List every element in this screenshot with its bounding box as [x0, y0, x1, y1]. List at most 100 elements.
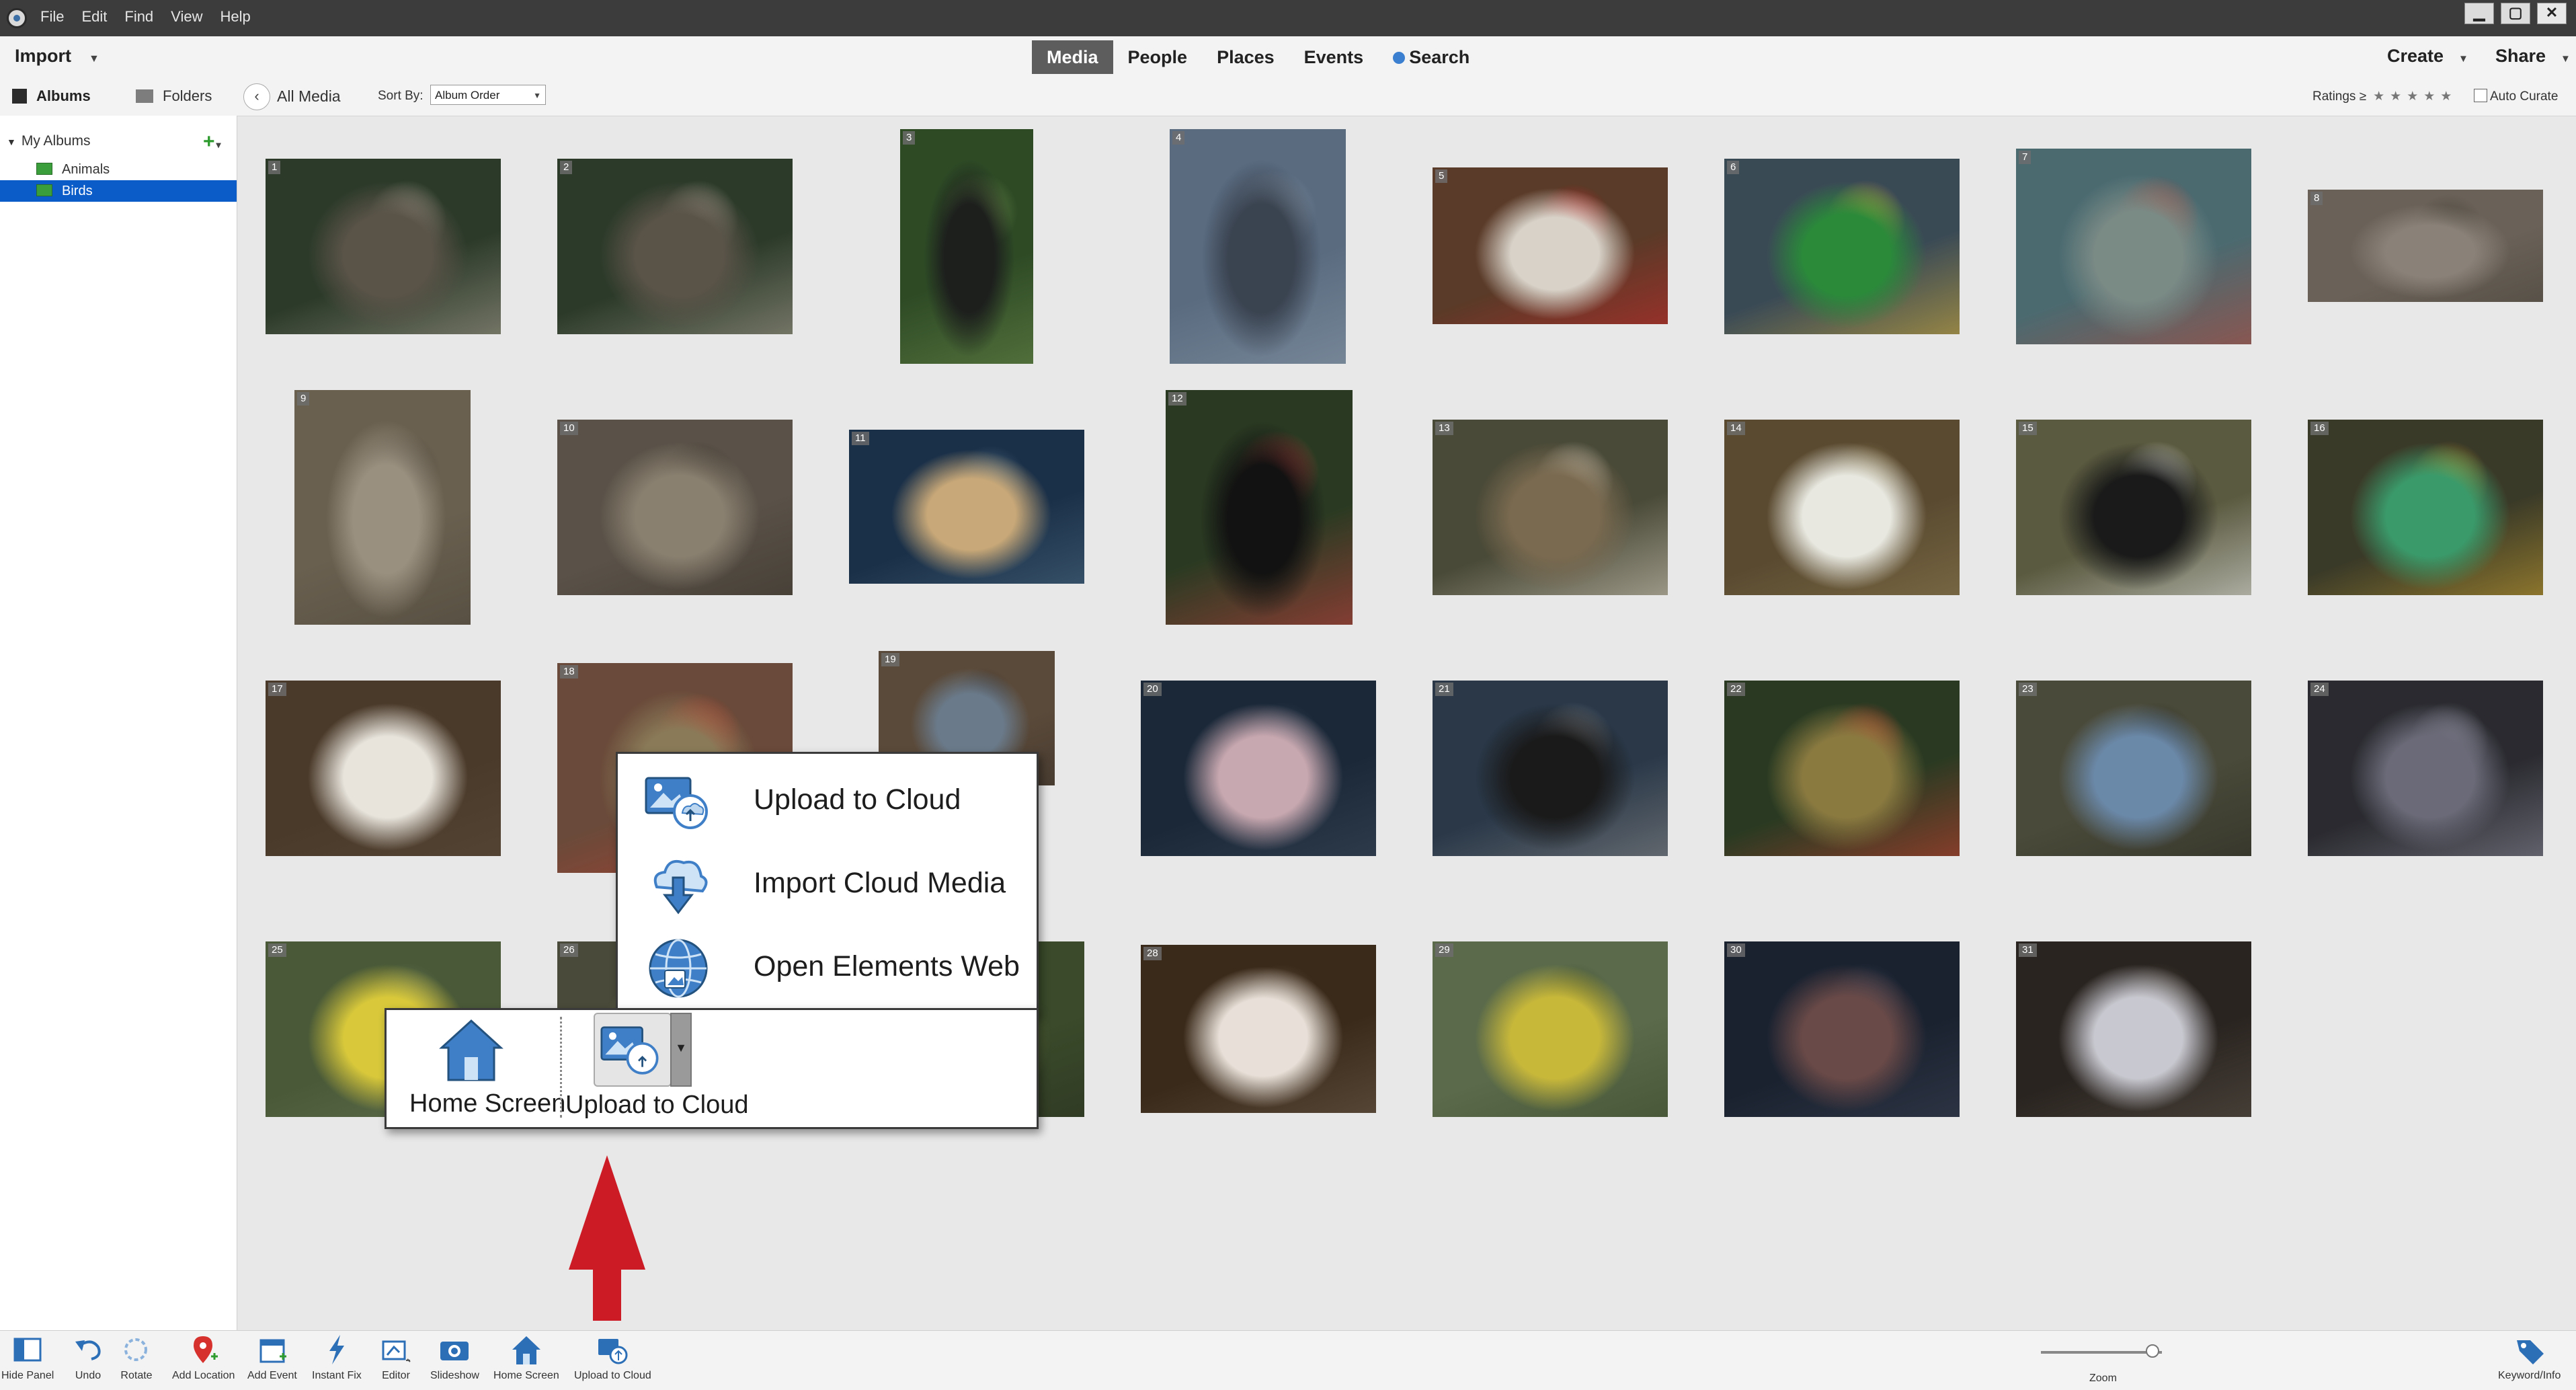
- photo-number: 9: [297, 392, 310, 406]
- close-button[interactable]: ✕: [2537, 3, 2567, 24]
- menu-view[interactable]: View: [171, 8, 202, 26]
- my-albums-header[interactable]: ▼ My Albums: [7, 133, 91, 149]
- photo-thumbnail[interactable]: 3: [900, 129, 1033, 364]
- photo-thumbnail[interactable]: 22: [1724, 681, 1960, 856]
- photo-thumbnail[interactable]: 30: [1724, 941, 1960, 1117]
- photo-thumbnail[interactable]: 4: [1170, 129, 1346, 364]
- photo-number: 31: [2019, 943, 2037, 957]
- tab-places[interactable]: Places: [1202, 40, 1289, 74]
- home-screen-toolbar-button[interactable]: Home Screen: [493, 1334, 559, 1382]
- photo-thumbnail[interactable]: 24: [2308, 681, 2543, 856]
- photo-number: 30: [1727, 943, 1745, 957]
- keyword-info-button[interactable]: Keyword/Info: [2498, 1334, 2561, 1382]
- photo-thumbnail[interactable]: 20: [1141, 681, 1376, 856]
- zoom-slider-thumb[interactable]: [2146, 1344, 2159, 1358]
- back-button[interactable]: ‹: [243, 83, 270, 110]
- album-item-birds[interactable]: Birds: [0, 180, 237, 202]
- tool-label: Hide Panel: [1, 1370, 54, 1381]
- title-bar: File Edit Find View Help ▁ ▢ ✕: [0, 0, 2576, 36]
- photo-thumbnail[interactable]: 13: [1433, 420, 1668, 595]
- add-event-button[interactable]: Add Event: [247, 1334, 297, 1382]
- zoom-slider[interactable]: [2041, 1351, 2162, 1354]
- photo-thumbnail[interactable]: 28: [1141, 945, 1376, 1113]
- photo-number: 23: [2019, 683, 2037, 696]
- chevron-down-icon: ▼: [2561, 53, 2571, 65]
- add-location-button[interactable]: Add Location: [172, 1334, 235, 1382]
- undo-button[interactable]: Undo: [71, 1334, 105, 1382]
- my-albums-label: My Albums: [21, 133, 91, 149]
- photo-number: 10: [560, 422, 578, 435]
- photo-number: 3: [903, 131, 916, 145]
- slideshow-button[interactable]: Slideshow: [430, 1334, 479, 1382]
- photo-thumbnail[interactable]: 21: [1433, 681, 1668, 856]
- tab-folders[interactable]: Folders: [136, 87, 212, 105]
- import-button[interactable]: Import ▼: [15, 46, 99, 67]
- expand-triangle-icon: ▼: [7, 137, 16, 147]
- photo-thumbnail[interactable]: 29: [1433, 941, 1668, 1117]
- upload-to-cloud-toolbar-button[interactable]: Upload to Cloud: [574, 1334, 651, 1382]
- menu-item-upload-to-cloud[interactable]: Upload to Cloud: [618, 757, 1033, 840]
- photo-thumbnail[interactable]: 10: [557, 420, 793, 595]
- photo-thumbnail[interactable]: 9: [294, 390, 471, 625]
- photo-thumbnail[interactable]: 31: [2016, 941, 2251, 1117]
- photo-thumbnail[interactable]: 6: [1724, 159, 1960, 334]
- all-media-link[interactable]: All Media: [277, 87, 341, 106]
- sort-dropdown[interactable]: Album Order ▼: [430, 85, 546, 105]
- photo-thumbnail[interactable]: 14: [1724, 420, 1960, 595]
- chevron-down-icon: ▼: [2458, 53, 2468, 65]
- photo-thumbnail[interactable]: 8: [2308, 190, 2543, 302]
- photo-thumbnail[interactable]: 15: [2016, 420, 2251, 595]
- photo-number: 25: [268, 943, 286, 957]
- tool-label: Undo: [75, 1370, 102, 1381]
- minimize-button[interactable]: ▁: [2464, 3, 2494, 24]
- photo-thumbnail[interactable]: 16: [2308, 420, 2543, 595]
- menu-help[interactable]: Help: [220, 8, 250, 26]
- upload-to-cloud-icon: [600, 1026, 659, 1075]
- create-button[interactable]: Create ▼: [2387, 46, 2468, 67]
- auto-curate-checkbox[interactable]: Auto Curate: [2474, 89, 2558, 104]
- upload-to-cloud-button[interactable]: ▼ Upload to Cloud: [565, 1010, 780, 1127]
- red-arrow-annotation: [569, 1155, 645, 1321]
- home-screen-button[interactable]: Home Screen: [396, 1010, 565, 1127]
- chevron-down-icon[interactable]: ▼: [670, 1013, 692, 1087]
- ratings-filter[interactable]: Ratings ≥ ★★★★★: [2312, 89, 2457, 104]
- tab-events[interactable]: Events: [1289, 40, 1379, 74]
- tab-people[interactable]: People: [1113, 40, 1203, 74]
- tab-media[interactable]: Media: [1032, 40, 1113, 74]
- share-button[interactable]: Share ▼: [2495, 46, 2571, 67]
- rating-stars[interactable]: ★★★★★: [2373, 89, 2457, 104]
- photo-thumbnail[interactable]: 5: [1433, 167, 1668, 324]
- menu-edit[interactable]: Edit: [81, 8, 107, 26]
- globe-icon: [649, 939, 708, 998]
- tab-albums-label: Albums: [36, 87, 91, 104]
- share-label: Share: [2495, 46, 2546, 66]
- editor-button[interactable]: Editor: [379, 1334, 413, 1382]
- menu-find[interactable]: Find: [124, 8, 153, 26]
- chevron-down-icon: ▼: [89, 53, 99, 65]
- tag-icon: [2516, 1340, 2544, 1364]
- maximize-button[interactable]: ▢: [2501, 3, 2530, 24]
- tool-label: Add Event: [247, 1370, 297, 1381]
- photo-thumbnail[interactable]: 17: [266, 681, 501, 856]
- photo-thumbnail[interactable]: 23: [2016, 681, 2251, 856]
- photo-thumbnail[interactable]: 7: [2016, 149, 2251, 344]
- hide-panel-button[interactable]: Hide Panel: [1, 1334, 54, 1382]
- rotate-button[interactable]: Rotate: [120, 1334, 153, 1382]
- photo-thumbnail[interactable]: 11: [849, 430, 1084, 584]
- tab-albums[interactable]: Albums: [12, 87, 91, 105]
- tab-search[interactable]: Search: [1378, 40, 1484, 74]
- menu-item-open-elements-web[interactable]: Open Elements Web: [618, 923, 1033, 1007]
- album-item-animals[interactable]: Animals: [0, 159, 237, 180]
- instant-fix-button[interactable]: Instant Fix: [312, 1334, 362, 1382]
- photo-thumbnail[interactable]: 12: [1166, 390, 1353, 625]
- photo-thumbnail[interactable]: 2: [557, 159, 793, 334]
- photo-number: 17: [268, 683, 286, 696]
- add-album-button[interactable]: + ▾: [203, 130, 221, 153]
- photo-thumbnail[interactable]: 1: [266, 159, 501, 334]
- photo-number: 8: [2310, 192, 2323, 205]
- menu-item-import-cloud-media[interactable]: Import Cloud Media: [618, 840, 1033, 923]
- tab-folders-label: Folders: [163, 87, 212, 104]
- tool-label: Editor: [382, 1370, 410, 1381]
- mode-tabs: Media People Places Events Search: [1032, 40, 1484, 74]
- menu-file[interactable]: File: [40, 8, 64, 26]
